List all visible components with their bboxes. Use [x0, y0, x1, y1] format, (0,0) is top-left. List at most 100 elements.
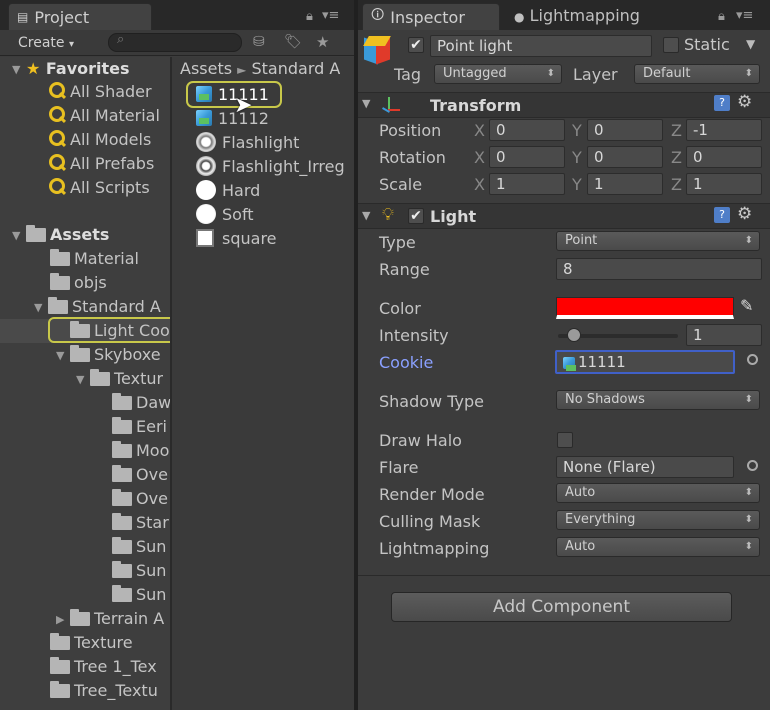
tree-item[interactable]: Ove: [112, 487, 168, 511]
tree-label: Ove: [136, 465, 168, 484]
favorite-item[interactable]: All Material: [48, 104, 160, 128]
tree-item[interactable]: Moo: [112, 439, 169, 463]
tree-item[interactable]: Daw: [112, 391, 170, 415]
lightmapping-dropdown[interactable]: Auto: [556, 537, 760, 557]
create-label: Create: [18, 35, 65, 51]
tab-inspector[interactable]: 🛈︎ Inspector: [362, 3, 500, 30]
light-enabled-checkbox[interactable]: ✔: [408, 208, 424, 224]
tree-item[interactable]: ▼ Standard A: [34, 295, 161, 319]
file-item[interactable]: square: [196, 227, 277, 251]
panel-menu-icon[interactable]: ▾≡: [736, 8, 753, 23]
expand-icon[interactable]: ▼: [362, 97, 370, 110]
gear-icon[interactable]: ⚙: [737, 92, 752, 112]
transform-header[interactable]: [358, 92, 770, 118]
tree-item[interactable]: objs: [50, 271, 107, 295]
rotation-x-field[interactable]: 0: [489, 146, 565, 168]
position-z-field[interactable]: -1: [686, 119, 762, 141]
expand-icon[interactable]: ▼: [12, 58, 26, 81]
type-dropdown[interactable]: Point: [556, 231, 760, 251]
scale-y-field[interactable]: 1: [587, 173, 663, 195]
object-name-field[interactable]: Point light: [430, 35, 652, 57]
tab-lightmapping[interactable]: ● Lightmapping: [514, 6, 640, 25]
flare-field[interactable]: None (Flare): [556, 456, 734, 478]
color-swatch[interactable]: [556, 297, 734, 319]
tree-item[interactable]: Texture: [50, 631, 133, 655]
tab-project[interactable]: ▤ Project: [8, 3, 152, 30]
help-book-icon[interactable]: ?: [714, 95, 730, 111]
favorite-item[interactable]: All Scripts: [48, 176, 150, 200]
expand-icon[interactable]: ▼: [56, 344, 70, 367]
panel-menu-icon[interactable]: ▾≡: [322, 8, 339, 23]
tree-item[interactable]: ▶ Terrain A: [56, 607, 164, 631]
tree-item[interactable]: Sun: [112, 583, 166, 607]
static-dropdown-icon[interactable]: ▼: [746, 37, 755, 51]
file-item[interactable]: Flashlight: [196, 131, 299, 155]
tree-item[interactable]: Tree_Textu: [50, 679, 158, 703]
draw-halo-checkbox[interactable]: [557, 432, 573, 448]
tag-dropdown[interactable]: Untagged: [434, 64, 562, 84]
layer-dropdown[interactable]: Default: [634, 64, 760, 84]
tree-item-selected[interactable]: Light Coo: [70, 319, 170, 343]
axis-y-label: Y: [572, 175, 582, 194]
add-component-button[interactable]: Add Component: [391, 592, 732, 622]
tree-item[interactable]: Star: [112, 511, 169, 535]
range-field[interactable]: 8: [556, 258, 762, 280]
object-picker-icon[interactable]: [747, 354, 758, 365]
file-item[interactable]: Flashlight_Irreg: [196, 155, 345, 179]
square-texture-icon: [196, 229, 214, 247]
favorite-item[interactable]: All Models: [48, 128, 151, 152]
tree-item[interactable]: ▼ Skyboxe: [56, 343, 161, 367]
assets-header[interactable]: ▼ Assets: [12, 223, 109, 247]
tree-item[interactable]: Tree 1_Tex: [50, 655, 157, 679]
star-icon[interactable]: ★: [316, 33, 329, 51]
filter-type-icon[interactable]: ⛁: [253, 34, 265, 50]
search-input[interactable]: ⌕: [108, 32, 242, 52]
expand-icon[interactable]: ▼: [76, 368, 90, 391]
tree-item[interactable]: Sun: [112, 535, 166, 559]
create-button[interactable]: Create ▾: [18, 33, 92, 53]
cookie-value: 11111: [578, 353, 626, 371]
eyedropper-icon[interactable]: ✎: [740, 296, 753, 315]
favorite-item[interactable]: All Shader: [48, 80, 152, 104]
file-item[interactable]: Soft: [196, 203, 254, 227]
rotation-z-field[interactable]: 0: [686, 146, 762, 168]
lock-icon[interactable]: 🔒︎: [718, 9, 725, 24]
tree-item[interactable]: Sun: [112, 559, 166, 583]
static-checkbox[interactable]: [663, 37, 679, 53]
expand-icon[interactable]: ▼: [34, 296, 48, 319]
favorites-header[interactable]: ▼ ★ Favorites: [12, 57, 130, 81]
tree-item[interactable]: Ove: [112, 463, 168, 487]
lock-icon[interactable]: 🔒︎: [306, 9, 313, 24]
tree-label: Sun: [136, 561, 167, 580]
file-item[interactable]: Hard: [196, 179, 260, 203]
help-book-icon[interactable]: ?: [714, 207, 730, 223]
tree-item[interactable]: ▼ Textur: [76, 367, 163, 391]
tree-item[interactable]: Material: [50, 247, 139, 271]
object-picker-icon[interactable]: [747, 460, 758, 471]
expand-icon[interactable]: ▼: [12, 224, 26, 247]
file-item[interactable]: 11112: [196, 107, 269, 131]
breadcrumb-current[interactable]: Standard A: [252, 59, 341, 78]
breadcrumb-root[interactable]: Assets: [180, 59, 232, 78]
expand-collapsed-icon[interactable]: ▶: [56, 608, 70, 631]
file-item-selected[interactable]: 11111: [196, 83, 269, 107]
tree-item[interactable]: Eeri: [112, 415, 167, 439]
scale-x-field[interactable]: 1: [489, 173, 565, 195]
expand-icon[interactable]: ▼: [362, 209, 370, 222]
tag-icon[interactable]: 🏷︎: [284, 34, 302, 50]
intensity-field[interactable]: 1: [686, 324, 762, 346]
transform-axes-icon: [380, 95, 400, 115]
culling-mask-dropdown[interactable]: Everything: [556, 510, 760, 530]
position-y-field[interactable]: 0: [587, 119, 663, 141]
intensity-slider-thumb[interactable]: [567, 328, 581, 342]
tree-label: Skyboxe: [94, 345, 161, 364]
position-x-field[interactable]: 0: [489, 119, 565, 141]
favorite-item[interactable]: All Prefabs: [48, 152, 154, 176]
active-checkbox[interactable]: ✔: [408, 37, 424, 53]
render-mode-dropdown[interactable]: Auto: [556, 483, 760, 503]
cookie-field[interactable]: 11111: [555, 350, 735, 374]
scale-z-field[interactable]: 1: [686, 173, 762, 195]
gear-icon[interactable]: ⚙: [737, 204, 752, 224]
shadow-type-dropdown[interactable]: No Shadows: [556, 390, 760, 410]
rotation-y-field[interactable]: 0: [587, 146, 663, 168]
